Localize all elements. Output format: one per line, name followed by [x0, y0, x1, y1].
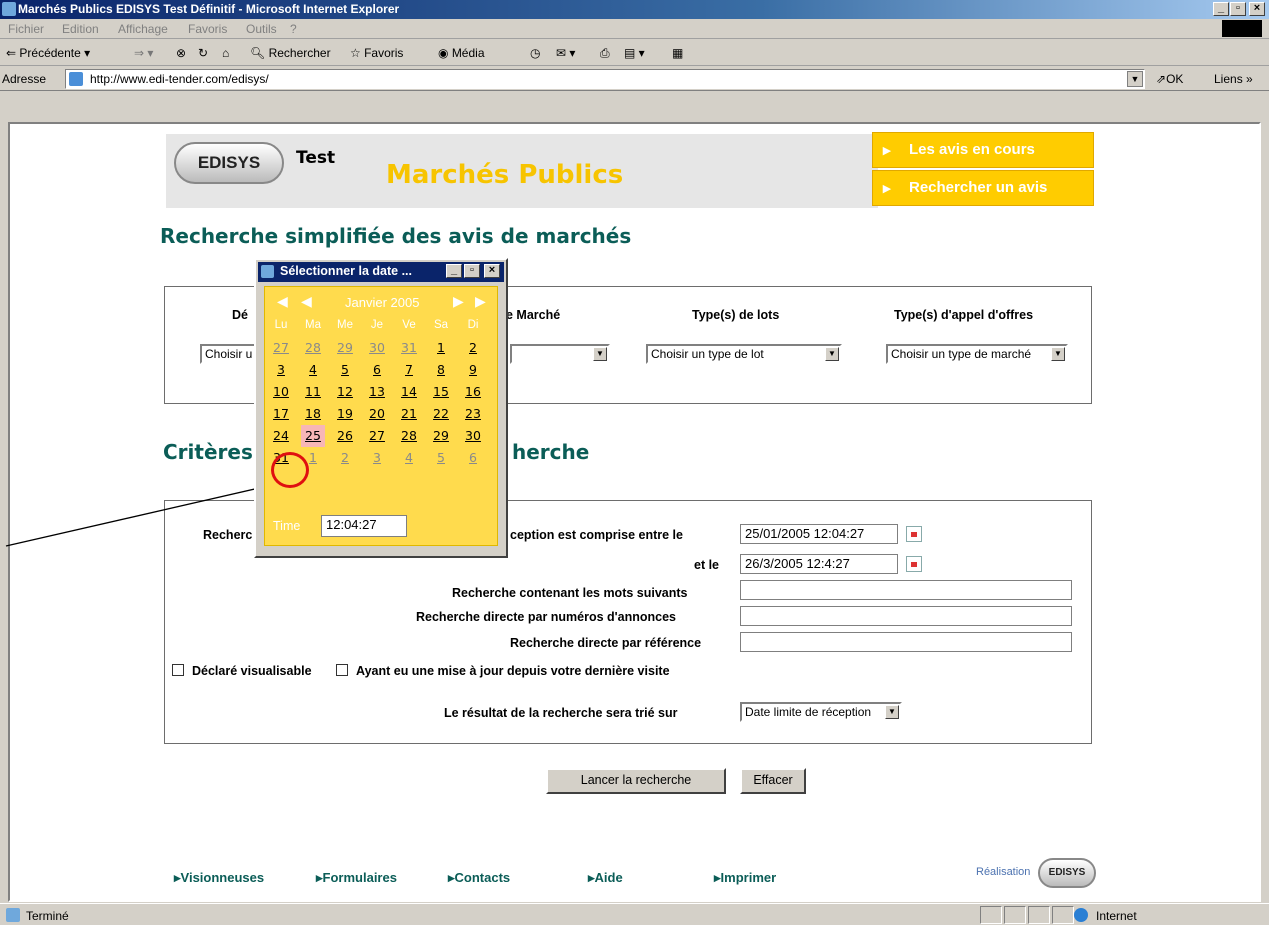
date-picker-window: Sélectionner la date ... _ ▫ × ◀ ◀ Janvi…	[254, 258, 508, 558]
time-input[interactable]: 12:04:27	[321, 515, 407, 537]
calendar-weekday-header: Di	[467, 319, 479, 331]
zone-text: Internet	[1096, 909, 1137, 923]
prev-year-icon[interactable]: ◀	[277, 293, 288, 310]
calendar-day-cell[interactable]: 24	[269, 425, 293, 447]
calendar-day-cell[interactable]: 6	[365, 359, 389, 381]
status-panel	[1004, 906, 1026, 924]
calendar-weekday-header: Ma	[305, 319, 321, 331]
close-button[interactable]: ×	[484, 264, 500, 278]
calendar-day-cell[interactable]: 12	[333, 381, 357, 403]
calendar-day-cell[interactable]: 6	[461, 447, 485, 469]
calendar-day-cell[interactable]: 9	[461, 359, 485, 381]
calendar-day-cell[interactable]: 8	[429, 359, 453, 381]
next-year-icon[interactable]: ▶	[475, 293, 486, 310]
ie-icon	[261, 265, 274, 278]
status-panel	[980, 906, 1002, 924]
calendar-day-cell[interactable]: 10	[269, 381, 293, 403]
calendar-day-cell[interactable]: 27	[365, 425, 389, 447]
time-label: Time	[273, 519, 301, 533]
date-picker-titlebar: Sélectionner la date ... _ ▫ ×	[258, 262, 504, 282]
calendar-day-cell[interactable]: 7	[397, 359, 421, 381]
minimize-button[interactable]: _	[446, 264, 462, 278]
calendar-day-cell[interactable]: 27	[269, 337, 293, 359]
calendar-day-cell[interactable]: 20	[365, 403, 389, 425]
calendar-day-cell[interactable]: 26	[333, 425, 357, 447]
next-month-icon[interactable]: ▶	[453, 293, 464, 310]
calendar-day-cell[interactable]: 21	[397, 403, 421, 425]
calendar-weekday-header: Sa	[433, 319, 449, 331]
calendar-day-cell[interactable]: 14	[397, 381, 421, 403]
calendar-day-cell[interactable]: 28	[397, 425, 421, 447]
calendar-day-cell[interactable]: 17	[269, 403, 293, 425]
calendar-weekday-header: Lu	[274, 319, 288, 331]
calendar-day-cell[interactable]: 18	[301, 403, 325, 425]
date-picker-title: Sélectionner la date ...	[280, 264, 412, 278]
status-bar: Terminé Internet	[0, 903, 1269, 925]
calendar-day-cell[interactable]: 25	[301, 425, 325, 447]
calendar-day-cell[interactable]: 15	[429, 381, 453, 403]
calendar-day-cell[interactable]: 30	[461, 425, 485, 447]
calendar-weekday-header: Me	[337, 319, 353, 331]
calendar-day-cell[interactable]: 3	[269, 359, 293, 381]
calendar-day-cell[interactable]: 13	[365, 381, 389, 403]
calendar-day-cell[interactable]: 30	[365, 337, 389, 359]
status-panel	[1028, 906, 1050, 924]
page-done-icon	[6, 908, 20, 922]
calendar-day-cell[interactable]: 2	[333, 447, 357, 469]
status-panel	[1052, 906, 1074, 924]
calendar-day-cell[interactable]: 5	[333, 359, 357, 381]
calendar-weekday-header: Je	[370, 319, 384, 331]
calendar-weekday-header: Ve	[402, 319, 416, 331]
selection-highlight-circle	[271, 452, 309, 488]
status-text: Terminé	[26, 909, 69, 923]
calendar-day-cell[interactable]: 4	[301, 359, 325, 381]
calendar-day-cell[interactable]: 16	[461, 381, 485, 403]
calendar-day-cell[interactable]: 2	[461, 337, 485, 359]
calendar-day-cell[interactable]: 29	[429, 425, 453, 447]
calendar-day-cell[interactable]: 5	[429, 447, 453, 469]
calendar-day-cell[interactable]: 1	[429, 337, 453, 359]
calendar-body: ◀ ◀ Janvier 2005 ▶ ▶ Lu Ma Me Je Ve Sa Di 27 28 2…	[264, 286, 498, 546]
calendar-day-cell[interactable]: 19	[333, 403, 357, 425]
calendar-day-cell[interactable]: 11	[301, 381, 325, 403]
calendar-month-label: Janvier 2005	[345, 295, 420, 310]
annotation-arrow	[5, 482, 282, 547]
internet-globe-icon	[1074, 908, 1088, 922]
calendar-day-cell[interactable]: 4	[397, 447, 421, 469]
maximize-button[interactable]: ▫	[464, 264, 480, 278]
calendar-day-cell[interactable]: 29	[333, 337, 357, 359]
calendar-day-cell[interactable]: 28	[301, 337, 325, 359]
calendar-day-cell[interactable]: 3	[365, 447, 389, 469]
calendar-day-cell[interactable]: 23	[461, 403, 485, 425]
prev-month-icon[interactable]: ◀	[301, 293, 312, 310]
calendar-day-cell[interactable]: 31	[397, 337, 421, 359]
calendar-day-cell[interactable]: 22	[429, 403, 453, 425]
